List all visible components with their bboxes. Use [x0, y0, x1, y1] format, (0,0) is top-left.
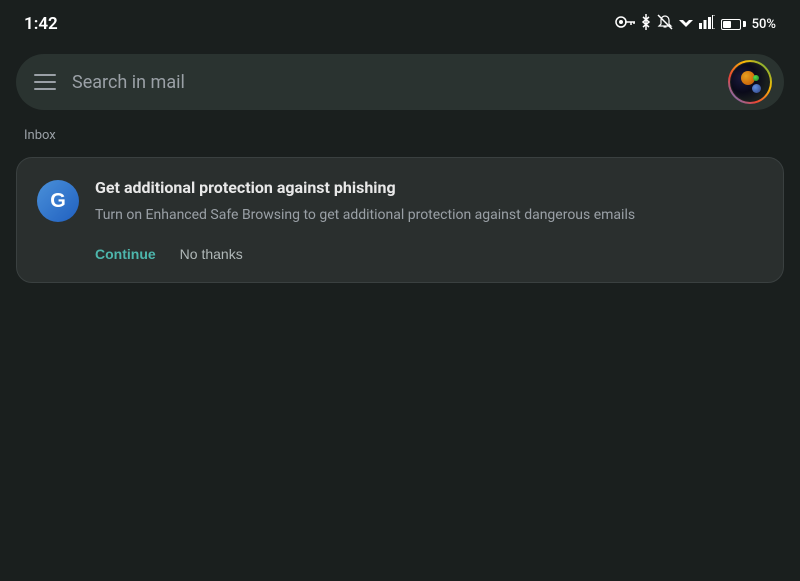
wifi-icon: [679, 15, 693, 33]
inbox-label: Inbox: [0, 120, 800, 149]
card-description: Turn on Enhanced Safe Browsing to get ad…: [95, 205, 763, 226]
card-text-container: Get additional protection against phishi…: [95, 178, 763, 226]
search-placeholder: Search in mail: [72, 72, 185, 93]
battery-percentage: 50%: [752, 17, 776, 32]
avatar-image: [731, 63, 769, 101]
search-left: Search in mail: [34, 72, 185, 93]
hamburger-line-2: [34, 81, 56, 83]
no-thanks-button[interactable]: No thanks: [180, 242, 243, 266]
search-bar-container: Search in mail: [0, 44, 800, 120]
card-title: Get additional protection against phishi…: [95, 178, 763, 199]
hamburger-line-3: [34, 88, 56, 90]
status-icons: 50%: [615, 14, 776, 34]
google-g-letter: G: [50, 190, 66, 213]
card-actions: Continue No thanks: [37, 242, 763, 266]
vpn-icon: [615, 15, 635, 33]
status-time: 1:42: [24, 14, 58, 34]
battery-icon: [721, 19, 746, 30]
search-bar[interactable]: Search in mail: [16, 54, 784, 110]
signal-icon: [699, 15, 715, 33]
avatar-planet-3: [753, 75, 759, 81]
google-shield-icon: G: [37, 180, 79, 222]
card-header: G Get additional protection against phis…: [37, 178, 763, 226]
bluetooth-icon: [641, 14, 651, 34]
user-avatar[interactable]: [728, 60, 772, 104]
hamburger-menu-icon[interactable]: [34, 74, 56, 90]
avatar-planet-2: [752, 84, 761, 93]
hamburger-line-1: [34, 74, 56, 76]
notification-card: G Get additional protection against phis…: [16, 157, 784, 283]
continue-button[interactable]: Continue: [95, 242, 156, 266]
status-bar: 1:42: [0, 0, 800, 44]
silent-icon: [657, 14, 673, 34]
